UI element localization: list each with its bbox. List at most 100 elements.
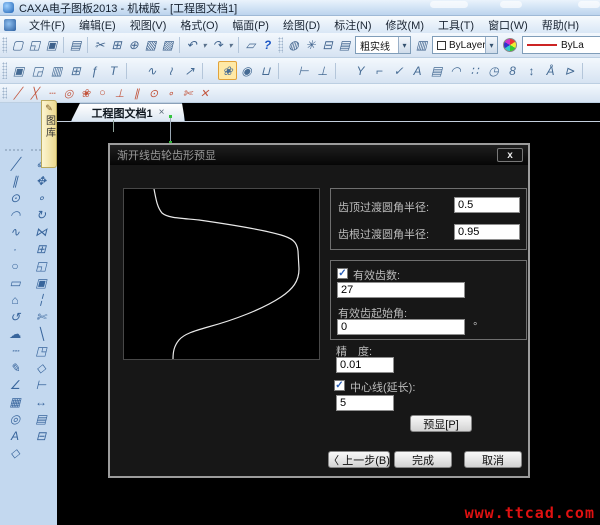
snap-dash-icon[interactable]: ┄ (43, 86, 60, 101)
point-tool-icon[interactable]: · (3, 240, 27, 257)
back-button[interactable]: 〈 上一步(B) (328, 451, 390, 468)
menu-item[interactable]: 窗口(W) (481, 16, 535, 34)
split-icon[interactable]: Y (351, 61, 370, 80)
snap-perpendicular-icon[interactable]: ⊥ (111, 86, 128, 101)
centerline-tool-icon[interactable]: ┄ (3, 342, 27, 359)
snap-quadrant-icon[interactable]: ❀ (77, 86, 94, 101)
undo-icon[interactable]: ↶ (183, 36, 200, 55)
text-tool-icon[interactable]: A (3, 427, 27, 444)
redo-icon[interactable]: ↷ (209, 36, 226, 55)
updown-icon[interactable]: ↕ (522, 61, 541, 80)
leader-icon[interactable]: ⌐ (370, 61, 389, 80)
snap-trim-icon[interactable]: ✄ (179, 86, 196, 101)
menu-item[interactable]: 幅面(P) (225, 16, 276, 34)
move-tool-icon[interactable]: ✥ (29, 172, 53, 189)
mirror-tool-icon[interactable]: ⋈ (29, 223, 53, 240)
explode-tool-icon[interactable]: ◇ (29, 359, 53, 376)
chamfer-tool-icon[interactable]: ∠ (3, 376, 27, 393)
gear-tool-icon[interactable]: ❀ (218, 61, 237, 80)
corner-tool-icon[interactable]: ◳ (29, 342, 53, 359)
check-icon[interactable]: ✓ (389, 61, 408, 80)
library-panel-tab[interactable]: ✎ 图库 (41, 100, 57, 168)
open-file-icon[interactable]: ◱ (26, 36, 43, 55)
bom-table-icon[interactable]: T (104, 61, 123, 80)
flag-icon[interactable]: ⊳ (560, 61, 579, 80)
undo-dropdown-icon[interactable]: ▾ (200, 36, 209, 55)
drag-tool-icon[interactable]: ◇ (3, 444, 27, 461)
dimension-tool-icon[interactable]: ⊢ (29, 376, 53, 393)
teeth-checkbox[interactable]: ✓ (337, 268, 348, 279)
region-tool-icon[interactable]: ◎ (3, 410, 27, 427)
color-combo[interactable]: ByLayer ▾ (432, 36, 498, 54)
snap-parallel-icon[interactable]: ∥ (128, 86, 145, 101)
linear-dimension-icon[interactable]: ⊢ (294, 61, 313, 80)
menu-item[interactable]: 帮助(H) (535, 16, 586, 34)
rotate-tool-icon[interactable]: ↻ (29, 206, 53, 223)
props-tool-icon[interactable]: ⊟ (29, 427, 53, 444)
paste-icon[interactable]: ▧ (142, 36, 159, 55)
line-tool-icon[interactable]: ╱ (3, 155, 27, 172)
help-icon[interactable]: ? (259, 36, 276, 55)
toolbar-grip[interactable] (4, 148, 24, 152)
image-icon[interactable]: ▤ (427, 61, 446, 80)
menu-item[interactable]: 格式(O) (173, 16, 225, 34)
menu-item[interactable]: 绘图(D) (276, 16, 327, 34)
symbol-library-icon[interactable]: ◉ (237, 61, 256, 80)
wave-line-icon[interactable]: ∿ (142, 61, 161, 80)
layer-print-icon[interactable]: ▤ (336, 36, 353, 55)
snap-line-icon[interactable]: ╱ (9, 86, 26, 101)
ellipse-tool-icon[interactable]: ○ (3, 257, 27, 274)
menu-item[interactable]: 工具(T) (431, 16, 481, 34)
circle-tool-icon[interactable]: ⊙ (3, 189, 27, 206)
hatch-tool-icon[interactable]: ▦ (3, 393, 27, 410)
paste-special-icon[interactable]: ▨ (159, 36, 176, 55)
linetype-combo[interactable]: ByLa (522, 36, 600, 54)
array-tool-icon[interactable]: ⊞ (29, 240, 53, 257)
layer-bright-icon[interactable]: ✳ (302, 36, 319, 55)
layer-lock-icon[interactable]: ⊟ (319, 36, 336, 55)
finish-button[interactable]: 完成 (394, 451, 452, 468)
tip-fillet-input[interactable] (454, 197, 520, 213)
coordinate-dimension-icon[interactable]: ⊥ (313, 61, 332, 80)
drawing-frame-icon[interactable]: ▣ (9, 61, 28, 80)
layer-manager-icon[interactable]: ▥ (413, 36, 430, 55)
frame-settings-icon[interactable]: ◲ (28, 61, 47, 80)
snap-off-icon[interactable]: ✕ (196, 86, 213, 101)
toolbar-grip[interactable] (2, 86, 7, 100)
ole-object-icon[interactable]: ▱ (242, 36, 259, 55)
break-line-icon[interactable]: ≀ (161, 61, 180, 80)
title-block-icon[interactable]: ▥ (47, 61, 66, 80)
revision-curve-icon[interactable]: ↺ (3, 308, 27, 325)
redo-dropdown-icon[interactable]: ▾ (226, 36, 235, 55)
snap-circle-icon[interactable]: ○ (94, 86, 111, 101)
text-size-icon[interactable]: 8 (503, 61, 522, 80)
spline-tool-icon[interactable]: ∿ (3, 223, 27, 240)
snap-center-icon[interactable]: ◎ (60, 86, 77, 101)
snap-tangent-icon[interactable]: ⊙ (145, 86, 162, 101)
document-tab[interactable]: 工程图文档1 × (71, 103, 185, 121)
precision-input[interactable] (336, 357, 394, 373)
menu-item[interactable]: 修改(M) (379, 16, 432, 34)
snap-point-icon[interactable]: ∘ (162, 86, 179, 101)
pattern-icon[interactable]: ∷ (465, 61, 484, 80)
menu-item[interactable]: 文件(F) (22, 16, 72, 34)
part-number-icon[interactable]: ƒ (85, 61, 104, 80)
toolbar-grip[interactable] (278, 36, 283, 54)
scale-tool-icon[interactable]: ◱ (29, 257, 53, 274)
centerline-input[interactable] (336, 395, 394, 411)
menu-item[interactable]: 标注(N) (327, 16, 378, 34)
new-file-icon[interactable]: ▢ (9, 36, 26, 55)
break-tool-icon[interactable]: ╎ (29, 291, 53, 308)
layer-on-icon[interactable]: ◍ (285, 36, 302, 55)
start-angle-input[interactable] (337, 319, 465, 335)
trim-tool-icon[interactable]: ✄ (29, 308, 53, 325)
copy-tool-icon[interactable]: ∘ (29, 189, 53, 206)
combo-dropdown-icon[interactable]: ▾ (485, 37, 497, 53)
cancel-button[interactable]: 取消 (464, 451, 522, 468)
print-icon[interactable]: ▤ (67, 36, 84, 55)
copy-basepoint-icon[interactable]: ⊕ (125, 36, 142, 55)
sketch-tool-icon[interactable]: ✎ (3, 359, 27, 376)
copy-icon[interactable]: ⊞ (108, 36, 125, 55)
construction-icon[interactable]: ⊔ (256, 61, 275, 80)
color-wheel-icon[interactable] (503, 38, 517, 52)
